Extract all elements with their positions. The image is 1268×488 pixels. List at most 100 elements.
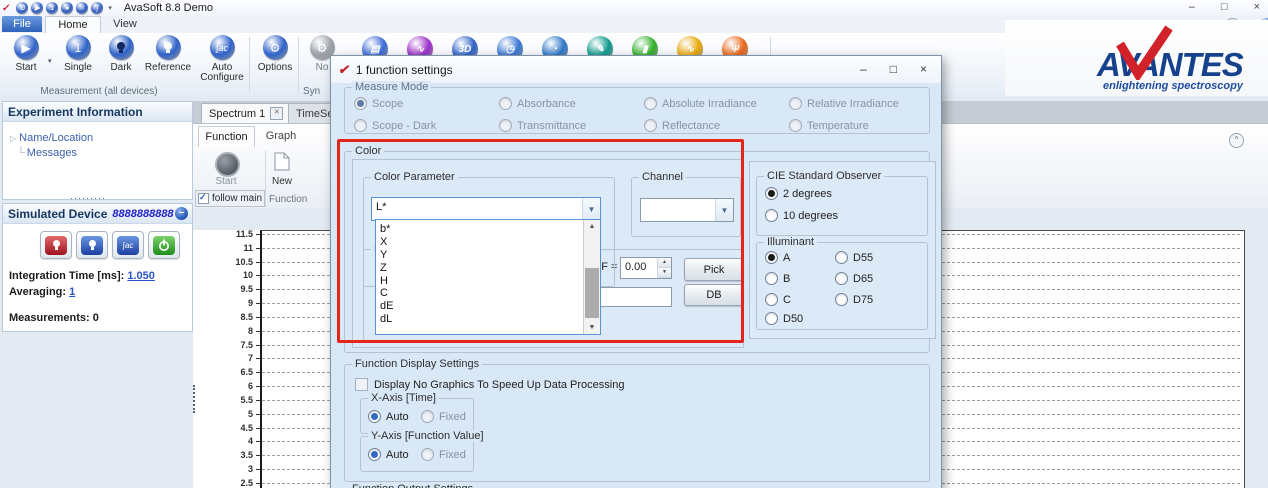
radio-illuminant-c[interactable]: C bbox=[765, 293, 791, 306]
quick-access-dropdown-icon[interactable]: ▾ bbox=[108, 4, 112, 12]
dialog-check-icon: ✔ bbox=[337, 62, 351, 78]
qa-options-icon[interactable]: ⚙ bbox=[16, 2, 28, 14]
jac-icon: ∫ac bbox=[117, 236, 139, 255]
integration-time-value[interactable]: 1.050 bbox=[127, 270, 155, 282]
y-tick-mark bbox=[256, 455, 261, 456]
radio-illuminant-d65[interactable]: D65 bbox=[835, 272, 873, 285]
averaging-row: Averaging: 1 bbox=[9, 284, 192, 300]
radio-scope-dark[interactable]: Scope - Dark bbox=[354, 119, 436, 132]
dialog-close-button[interactable]: × bbox=[920, 62, 927, 76]
follow-main-checkbox[interactable]: follow main bbox=[195, 190, 265, 207]
radio-absorbance[interactable]: Absorbance bbox=[499, 97, 576, 110]
x-axis-label: X-Axis [Time] bbox=[368, 392, 439, 404]
radio-x-fixed[interactable]: Fixed bbox=[421, 410, 466, 423]
window-close-button[interactable]: × bbox=[1254, 1, 1260, 13]
new-function-button[interactable] bbox=[274, 152, 290, 174]
group-label-sync: Syn bbox=[303, 86, 320, 97]
options-button[interactable]: ⚙ Options bbox=[253, 35, 297, 73]
y-tick-label: 3 bbox=[193, 464, 253, 474]
dialog-maximize-button[interactable]: □ bbox=[890, 62, 897, 76]
radio-scope[interactable]: Scope bbox=[354, 97, 403, 110]
integration-time-row: Integration Time [ms]: 1.050 bbox=[9, 268, 192, 284]
device-power-button[interactable] bbox=[148, 231, 180, 259]
sidebar-item-name-location[interactable]: ▷Name/Location bbox=[10, 131, 192, 146]
y-tick-label: 7 bbox=[193, 353, 253, 363]
panel-splitter-handle[interactable]: ········· bbox=[70, 193, 106, 203]
radio-illuminant-d50[interactable]: D50 bbox=[765, 312, 803, 325]
y-tick-label: 5 bbox=[193, 409, 253, 419]
radio-2-degrees[interactable]: 2 degrees bbox=[765, 187, 832, 200]
radio-relative-irradiance[interactable]: Relative Irradiance bbox=[789, 97, 899, 110]
radio-y-fixed[interactable]: Fixed bbox=[421, 448, 466, 461]
single-icon: 1 bbox=[66, 35, 91, 60]
radio-10-degrees[interactable]: 10 degrees bbox=[765, 209, 838, 222]
radio-reflectance[interactable]: Reflectance bbox=[644, 119, 720, 132]
brand-tagline: enlightening spectroscopy bbox=[1103, 80, 1243, 92]
qa-reference-icon[interactable]: ○ bbox=[76, 2, 88, 14]
device-auto-configure-button[interactable]: ∫ac bbox=[112, 231, 144, 259]
start-button[interactable]: ▶ Start bbox=[4, 35, 48, 73]
y-tick-label: 8.5 bbox=[193, 312, 253, 322]
vertical-splitter-handle[interactable] bbox=[193, 385, 195, 413]
radio-transmittance[interactable]: Transmittance bbox=[499, 119, 586, 132]
y-tick-mark bbox=[256, 469, 261, 470]
radio-temperature[interactable]: Temperature bbox=[789, 119, 869, 132]
reference-button[interactable]: Reference bbox=[141, 35, 195, 73]
subtab-graph[interactable]: Graph bbox=[256, 126, 306, 146]
radio-illuminant-d75[interactable]: D75 bbox=[835, 293, 873, 306]
y-tick-mark bbox=[256, 262, 261, 263]
function-output-settings-label: Function Output Settings bbox=[352, 483, 473, 488]
collapse-panel-icon[interactable]: – bbox=[175, 207, 188, 220]
radio-illuminant-a[interactable]: A bbox=[765, 251, 790, 264]
ribbon-separator bbox=[249, 37, 250, 93]
radio-illuminant-d55[interactable]: D55 bbox=[835, 251, 873, 264]
y-tick-label: 5.5 bbox=[193, 395, 253, 405]
tab-file[interactable]: File bbox=[2, 16, 42, 32]
y-tick-mark bbox=[256, 331, 261, 332]
no-graphics-checkbox[interactable]: Display No Graphics To Speed Up Data Pro… bbox=[355, 378, 624, 391]
ribbon-separator bbox=[298, 37, 299, 93]
y-tick-mark bbox=[256, 248, 261, 249]
qa-dark-icon[interactable]: ● bbox=[61, 2, 73, 14]
sidebar-item-messages[interactable]: └Messages bbox=[10, 146, 192, 160]
subtab-function[interactable]: Function bbox=[198, 126, 255, 147]
y-tick-label: 3.5 bbox=[193, 450, 253, 460]
device-dark-button[interactable] bbox=[40, 231, 72, 259]
y-tick-label: 8 bbox=[193, 326, 253, 336]
dialog-title: 1 function settings bbox=[356, 63, 453, 77]
annotation-rectangle bbox=[337, 139, 744, 343]
qa-auto-configure-icon[interactable]: ∫ bbox=[91, 2, 103, 14]
qa-start-icon[interactable]: ▶ bbox=[31, 2, 43, 14]
sub-ribbon-collapse-icon[interactable]: ^ bbox=[1229, 133, 1244, 148]
radio-absolute-irradiance[interactable]: Absolute Irradiance bbox=[644, 97, 757, 110]
radio-x-auto[interactable]: Auto bbox=[368, 410, 409, 423]
expander-icon[interactable]: ▷ bbox=[10, 134, 16, 143]
qa-single-icon[interactable]: 1 bbox=[46, 2, 58, 14]
window-maximize-button[interactable]: □ bbox=[1221, 1, 1228, 13]
y-tick-mark bbox=[256, 275, 261, 276]
tab-spectrum-1[interactable]: Spectrum 1 ✕ bbox=[201, 103, 291, 123]
quick-access-toolbar: ⚙▶1●○∫ bbox=[16, 2, 103, 14]
tab-view[interactable]: View bbox=[102, 16, 148, 32]
auto-configure-icon: ∫ac bbox=[210, 35, 235, 60]
start-dropdown-arrow[interactable]: ▾ bbox=[48, 57, 52, 65]
device-reference-button[interactable] bbox=[76, 231, 108, 259]
radio-illuminant-b[interactable]: B bbox=[765, 272, 790, 285]
dark-button[interactable]: Dark bbox=[101, 35, 141, 73]
measurements-row: Measurements: 0 bbox=[9, 310, 192, 326]
y-tick-mark bbox=[256, 414, 261, 415]
single-button[interactable]: 1 Single bbox=[56, 35, 100, 73]
averaging-value[interactable]: 1 bbox=[69, 286, 75, 298]
function-start-button[interactable] bbox=[215, 152, 240, 177]
y-axis-group: Y-Axis [Function Value] Auto Fixed bbox=[360, 436, 474, 472]
dialog-title-bar[interactable]: ✔ 1 function settings – □ × bbox=[331, 56, 941, 83]
dialog-minimize-button[interactable]: – bbox=[860, 62, 867, 76]
group-label-measurement: Measurement (all devices) bbox=[15, 86, 183, 97]
tab-home[interactable]: Home bbox=[45, 16, 101, 33]
radio-y-auto[interactable]: Auto bbox=[368, 448, 409, 461]
device-serial: 8888888888 bbox=[112, 208, 173, 220]
auto-configure-button[interactable]: ∫ac Auto Configure bbox=[197, 35, 247, 83]
window-minimize-button[interactable]: – bbox=[1189, 1, 1195, 13]
close-tab-icon[interactable]: ✕ bbox=[270, 107, 283, 120]
y-tick-label: 2.5 bbox=[193, 478, 253, 488]
